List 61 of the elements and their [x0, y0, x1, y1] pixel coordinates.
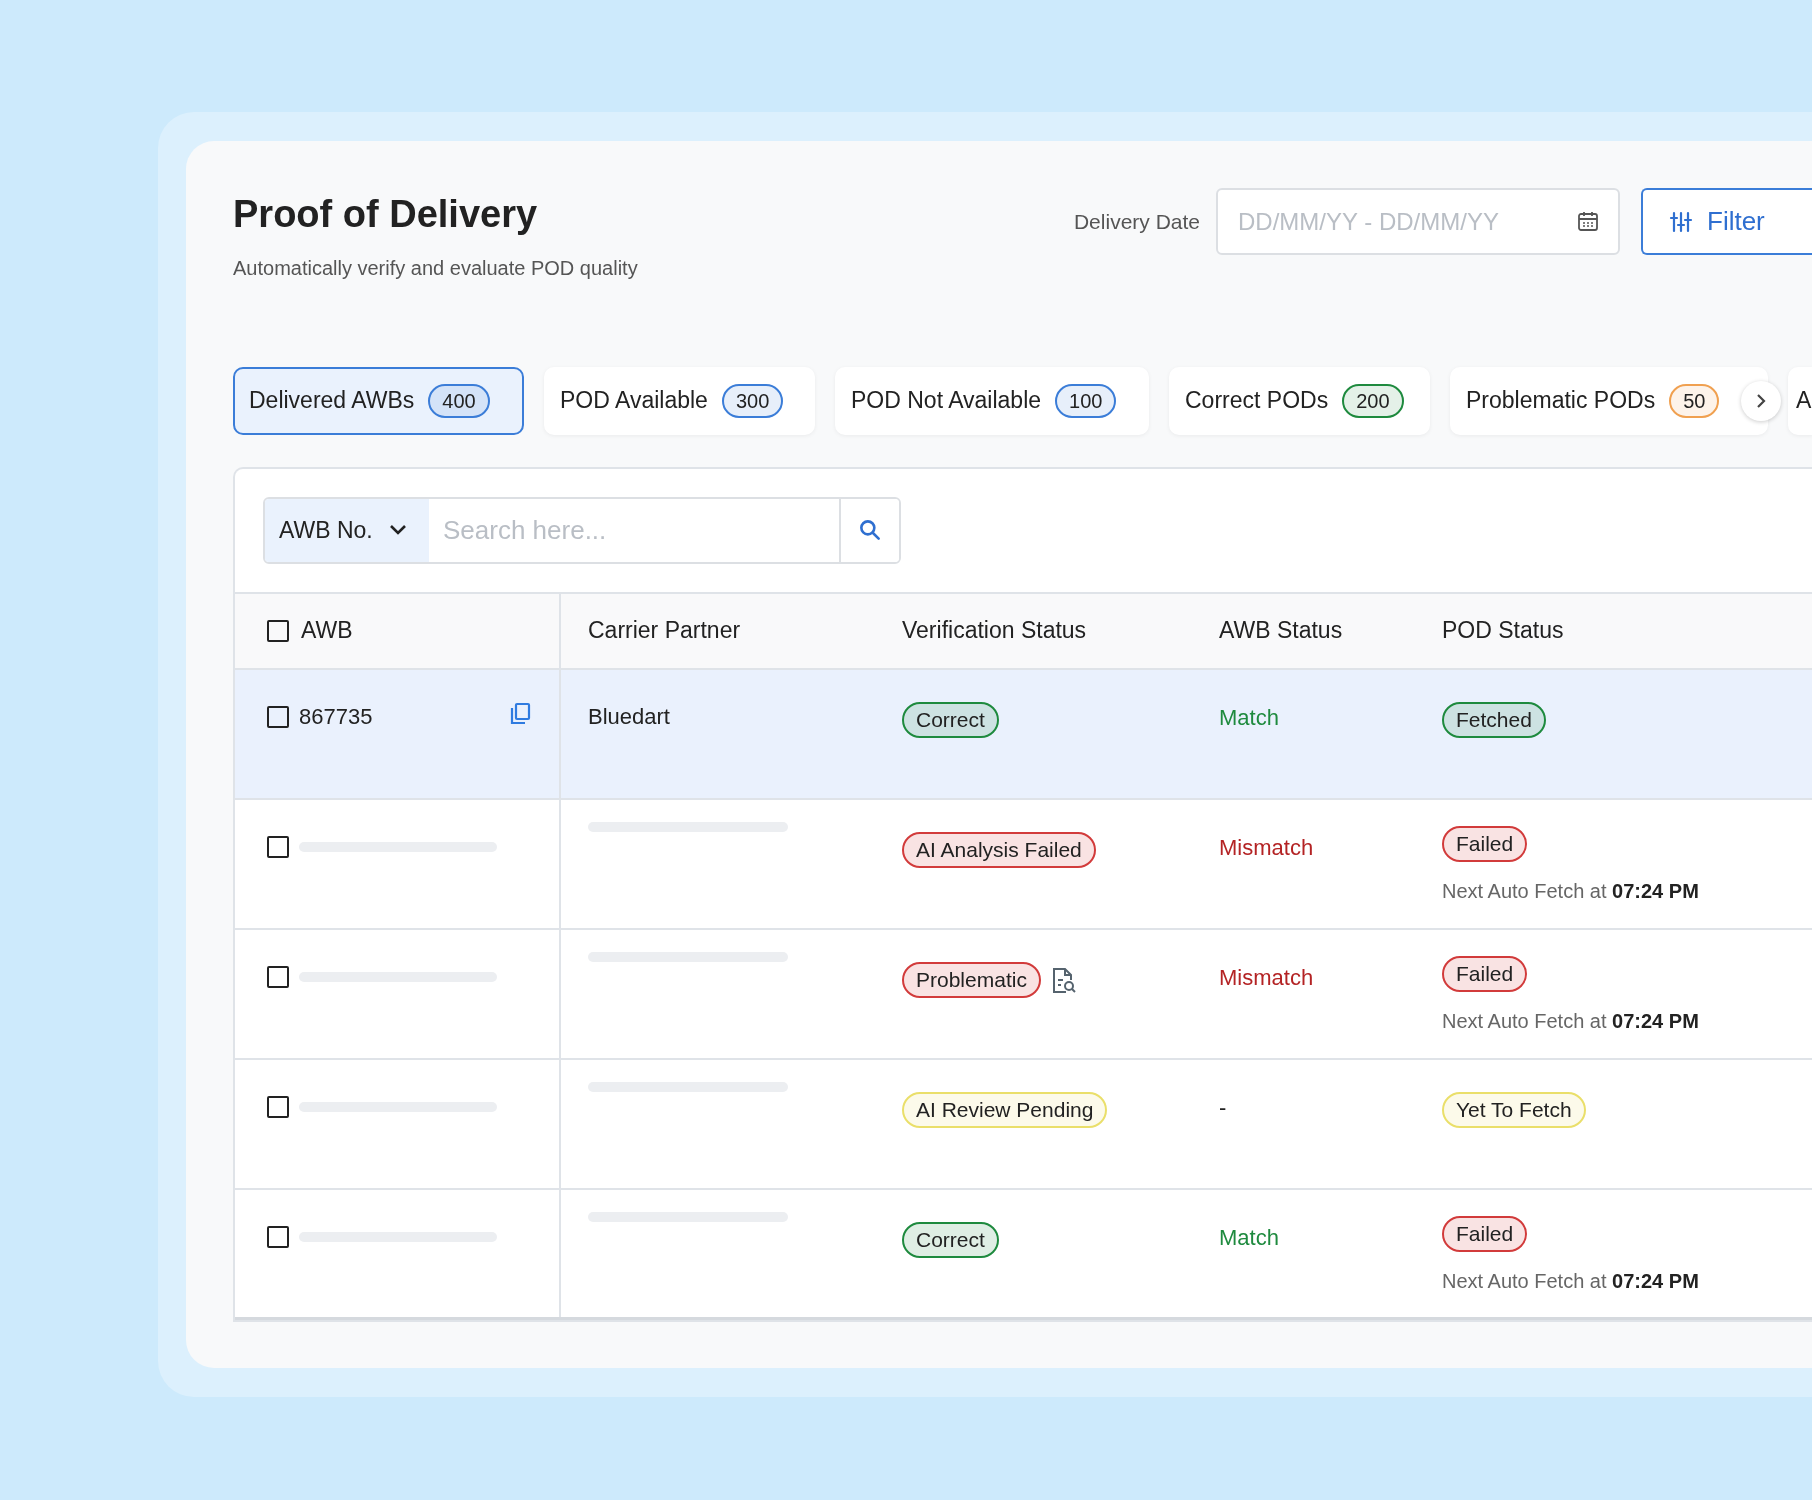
pod-status-badge: Fetched: [1442, 701, 1546, 738]
table-row[interactable]: AI Analysis Failed Mismatch Failed Next Auto Fetch at 07:24 PM: [235, 799, 1812, 930]
field-selector[interactable]: AWB No.: [265, 498, 429, 562]
count-badge: 50: [1669, 383, 1720, 418]
column-header: Verification Status: [902, 616, 1087, 646]
checkbox[interactable]: [267, 835, 289, 858]
table-row[interactable]: Correct Match Failed Next Auto Fetch at 07:24 PM: [235, 1189, 1812, 1320]
search-bar[interactable]: AWB No. Search here...: [263, 496, 901, 564]
page-subtitle: Automatically verify and evaluate POD quality: [233, 255, 639, 281]
next-fetch-note: Next Auto Fetch at 07:24 PM: [1442, 878, 1699, 904]
awb-status: Mismatch: [1219, 834, 1314, 860]
count-badge: 400: [428, 383, 490, 418]
checkbox[interactable]: [267, 1095, 289, 1118]
search-button[interactable]: [839, 498, 899, 562]
filter-tab[interactable]: Correct PODs 200: [1169, 366, 1430, 435]
carrier-name: Bluedart: [588, 703, 670, 729]
column-header: POD Status: [1442, 616, 1564, 646]
awb-status: Mismatch: [1219, 964, 1314, 990]
filter-button[interactable]: Filter: [1641, 188, 1812, 255]
pod-status-badge: Yet To Fetch: [1442, 1091, 1586, 1128]
filter-tab[interactable]: POD Available 300: [544, 366, 815, 435]
document-search-icon[interactable]: [1050, 966, 1077, 995]
awb-status: -: [1219, 1094, 1227, 1120]
filter-tab[interactable]: Delivered AWBs 400: [233, 366, 524, 435]
checkbox[interactable]: [267, 705, 289, 728]
table-row[interactable]: 867735 Bluedart Correct Match Fetched: [235, 669, 1812, 800]
copy-icon[interactable]: [509, 701, 531, 726]
verification-badge: AI Review Pending: [902, 1091, 1108, 1128]
verification-badge: AI Analysis Failed: [902, 831, 1096, 868]
date-label: Delivery Date: [1073, 208, 1200, 235]
table-row[interactable]: Problematic Mismatch Failed Next Auto Fetch at 07:24 PM: [235, 929, 1812, 1060]
date-range-field[interactable]: DD/MM/YY - DD/MM/YY: [1216, 188, 1620, 255]
next-fetch-note: Next Auto Fetch at 07:24 PM: [1442, 1268, 1699, 1294]
awb-status: Match: [1219, 704, 1279, 730]
next-fetch-note: Next Auto Fetch at 07:24 PM: [1442, 1008, 1699, 1034]
count-badge: 200: [1342, 383, 1404, 418]
count-badge: 300: [721, 383, 784, 418]
table-row[interactable]: AI Review Pending - Yet To Fetch: [235, 1059, 1812, 1190]
checkbox[interactable]: [267, 1225, 289, 1248]
count-badge: 100: [1055, 383, 1117, 418]
awb-number: 867735: [299, 705, 374, 728]
filter-tab[interactable]: A: [1788, 366, 1812, 435]
verification-badge: Correct: [902, 1221, 999, 1258]
verification-badge: Problematic: [902, 961, 1041, 998]
verification-badge: Correct: [902, 701, 999, 738]
pod-status-badge: Failed: [1442, 955, 1528, 992]
awb-status: Match: [1219, 1224, 1279, 1250]
pod-status-badge: Failed: [1442, 1215, 1528, 1252]
column-header: Carrier Partner: [588, 616, 741, 646]
column-header: AWB Status: [1219, 616, 1343, 646]
sliders-icon: [1669, 209, 1693, 234]
calendar-icon: [1576, 209, 1600, 233]
checkbox[interactable]: [267, 619, 289, 642]
filter-tab[interactable]: Problematic PODs 50: [1450, 366, 1768, 435]
pod-status-badge: Failed: [1442, 825, 1528, 862]
checkbox[interactable]: [267, 965, 289, 988]
chevron-down-icon: [388, 524, 407, 536]
filter-tab[interactable]: POD Not Available 100: [835, 366, 1149, 435]
column-header: AWB: [301, 616, 353, 646]
page-title: Proof of Delivery: [233, 192, 539, 237]
search-icon: [857, 517, 883, 543]
